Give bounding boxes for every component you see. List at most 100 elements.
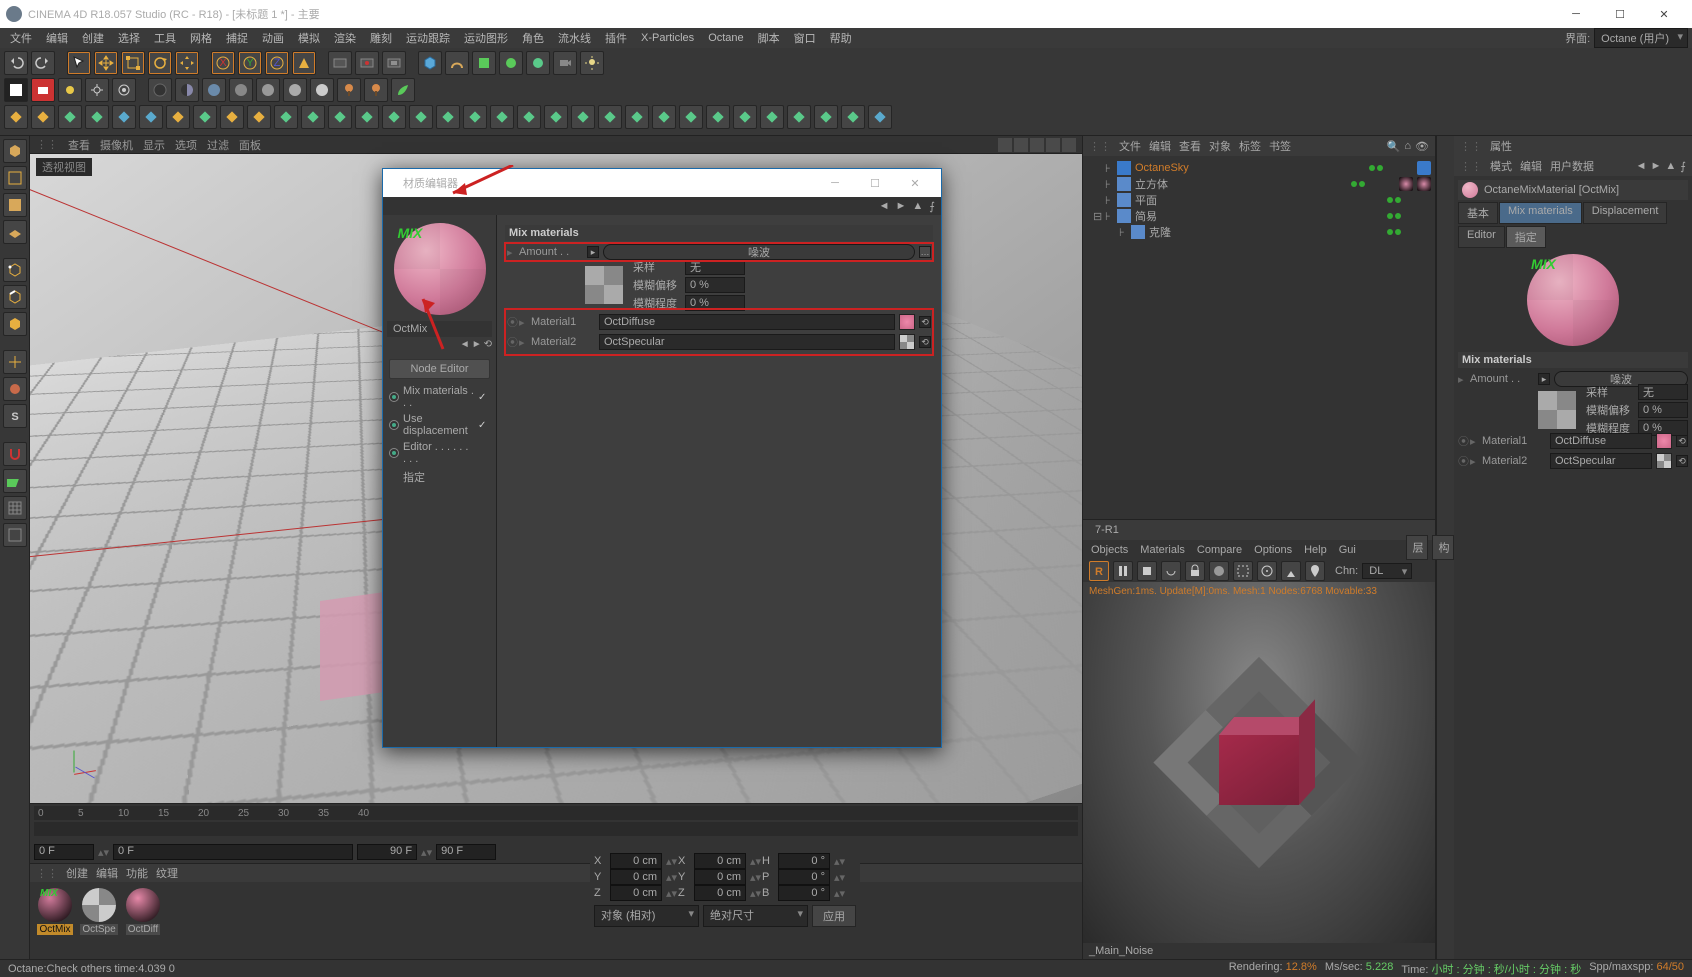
objmgr-menu-file[interactable]: 文件: [1119, 138, 1141, 154]
modal-channel-row[interactable]: Use displacement: [383, 411, 496, 439]
spinner-icon[interactable]: ▴▾: [98, 846, 109, 859]
modal-material-name[interactable]: OctMix: [387, 321, 492, 337]
axis-mode-icon[interactable]: [3, 350, 27, 374]
grip-icon[interactable]: ⋮⋮: [1460, 140, 1482, 153]
vp-menu-camera[interactable]: 摄像机: [100, 137, 133, 153]
sphere-gloss-icon[interactable]: [202, 78, 226, 102]
tab-basic[interactable]: 基本: [1458, 202, 1498, 224]
sphere-light-icon[interactable]: [283, 78, 307, 102]
octane-node-9-icon[interactable]: [247, 105, 271, 129]
octane-node-12-icon[interactable]: [328, 105, 352, 129]
octane-node-0-icon[interactable]: [4, 105, 28, 129]
menu-script[interactable]: 脚本: [752, 28, 786, 48]
modal-close-button[interactable]: ✕: [895, 169, 935, 197]
coord-field[interactable]: 0 cm: [694, 885, 746, 901]
camera-icon[interactable]: [553, 51, 577, 75]
lv-focus-icon[interactable]: [1281, 561, 1301, 581]
coord-system-icon[interactable]: [292, 51, 316, 75]
octane-node-21-icon[interactable]: [571, 105, 595, 129]
workplane-icon[interactable]: [3, 220, 27, 244]
menu-select[interactable]: 选择: [112, 28, 146, 48]
spline-pen-icon[interactable]: [445, 51, 469, 75]
menu-help[interactable]: 帮助: [824, 28, 858, 48]
timeline-start-field[interactable]: 0 F: [34, 844, 94, 860]
nav-func-icon[interactable]: ⨍: [929, 200, 935, 213]
viewport-solo-icon[interactable]: [3, 377, 27, 401]
model-mode-icon[interactable]: [3, 166, 27, 190]
octane-node-17-icon[interactable]: [463, 105, 487, 129]
tab-displacement[interactable]: Displacement: [1583, 202, 1668, 224]
vp-menu-view[interactable]: 查看: [68, 137, 90, 153]
coord-field[interactable]: 0 °: [778, 853, 830, 869]
matmgr-menu-tex[interactable]: 纹理: [156, 865, 178, 881]
amount-arrow-button[interactable]: ▸: [1538, 373, 1550, 385]
matmgr-menu-edit[interactable]: 编辑: [96, 865, 118, 881]
octane-gear-icon[interactable]: [85, 78, 109, 102]
modal-material-preview[interactable]: MIX: [394, 223, 486, 315]
modal-amount-texture-button[interactable]: 噪波: [603, 244, 915, 260]
octane-node-31-icon[interactable]: [841, 105, 865, 129]
tree2-icon[interactable]: [364, 78, 388, 102]
nav-right-icon[interactable]: ►: [472, 339, 482, 355]
vp-menu-filter[interactable]: 过滤: [207, 137, 229, 153]
vp-nav2-icon[interactable]: [1014, 138, 1028, 152]
sphere-mix-icon[interactable]: [256, 78, 280, 102]
nav-up-icon[interactable]: ▲: [1665, 160, 1676, 173]
timeline-current-field[interactable]: 0 F: [113, 844, 353, 860]
octane-target-icon[interactable]: [112, 78, 136, 102]
modal-amount-more-button[interactable]: …: [919, 246, 931, 258]
sphere-half-icon[interactable]: [175, 78, 199, 102]
octane-sun-icon[interactable]: [58, 78, 82, 102]
grid2-icon[interactable]: [3, 523, 27, 547]
objmgr-menu-obj[interactable]: 对象: [1209, 138, 1231, 154]
modal-blur-offset-field[interactable]: 0 %: [685, 277, 745, 293]
modal-minimize-button[interactable]: ─: [815, 169, 855, 197]
lv-region-icon[interactable]: [1233, 561, 1253, 581]
chn-select[interactable]: DL: [1362, 563, 1412, 579]
timeline-max-field[interactable]: 90 F: [436, 844, 496, 860]
lv-stop-icon[interactable]: [1137, 561, 1157, 581]
material-swatch[interactable]: OctDiff: [124, 888, 162, 942]
nav-fwd-icon[interactable]: ►: [1650, 160, 1661, 173]
vp-menu-display[interactable]: 显示: [143, 137, 165, 153]
coord-field[interactable]: 0 cm: [610, 853, 662, 869]
lv-menu-help[interactable]: Help: [1304, 544, 1327, 556]
lv-picker-icon[interactable]: [1257, 561, 1277, 581]
menu-char[interactable]: 角色: [516, 28, 550, 48]
menu-edit[interactable]: 编辑: [40, 28, 74, 48]
mat1-swatch[interactable]: [1656, 433, 1672, 449]
coord-field[interactable]: 0 cm: [694, 853, 746, 869]
octane-node-25-icon[interactable]: [679, 105, 703, 129]
vp-menu-panel[interactable]: 面板: [239, 137, 261, 153]
coord-field[interactable]: 0 °: [778, 869, 830, 885]
axis-z-icon[interactable]: Z: [265, 51, 289, 75]
recent-tool-icon[interactable]: [175, 51, 199, 75]
redo-icon[interactable]: [31, 51, 55, 75]
lv-clay-icon[interactable]: [1209, 561, 1229, 581]
mat2-field[interactable]: OctSpecular: [1550, 453, 1652, 469]
undo-icon[interactable]: [4, 51, 28, 75]
grip-icon[interactable]: ⋮⋮: [1460, 160, 1482, 173]
lv-menu-compare[interactable]: Compare: [1197, 544, 1242, 556]
octane-node-2-icon[interactable]: [58, 105, 82, 129]
sphere-dark-icon[interactable]: [148, 78, 172, 102]
octane-node-24-icon[interactable]: [652, 105, 676, 129]
attr-menu-mode[interactable]: 模式: [1490, 158, 1512, 174]
menu-window[interactable]: 窗口: [788, 28, 822, 48]
coord-size-select[interactable]: 绝对尺寸: [703, 905, 808, 927]
lv-lock-icon[interactable]: [1185, 561, 1205, 581]
menu-xparticles[interactable]: X-Particles: [635, 30, 700, 46]
menu-sim[interactable]: 模拟: [292, 28, 326, 48]
octane-node-10-icon[interactable]: [274, 105, 298, 129]
render-settings-icon[interactable]: [382, 51, 406, 75]
octane-node-14-icon[interactable]: [382, 105, 406, 129]
menu-tools[interactable]: 工具: [148, 28, 182, 48]
objmgr-menu-bm[interactable]: 书签: [1269, 138, 1291, 154]
modal-mat1-swatch[interactable]: [899, 314, 915, 330]
vp-nav3-icon[interactable]: [1030, 138, 1044, 152]
menu-mesh[interactable]: 网格: [184, 28, 218, 48]
texture-mode-icon[interactable]: [3, 193, 27, 217]
axis-x-icon[interactable]: X: [211, 51, 235, 75]
coord-field[interactable]: 0 °: [778, 885, 830, 901]
octane-node-8-icon[interactable]: [220, 105, 244, 129]
